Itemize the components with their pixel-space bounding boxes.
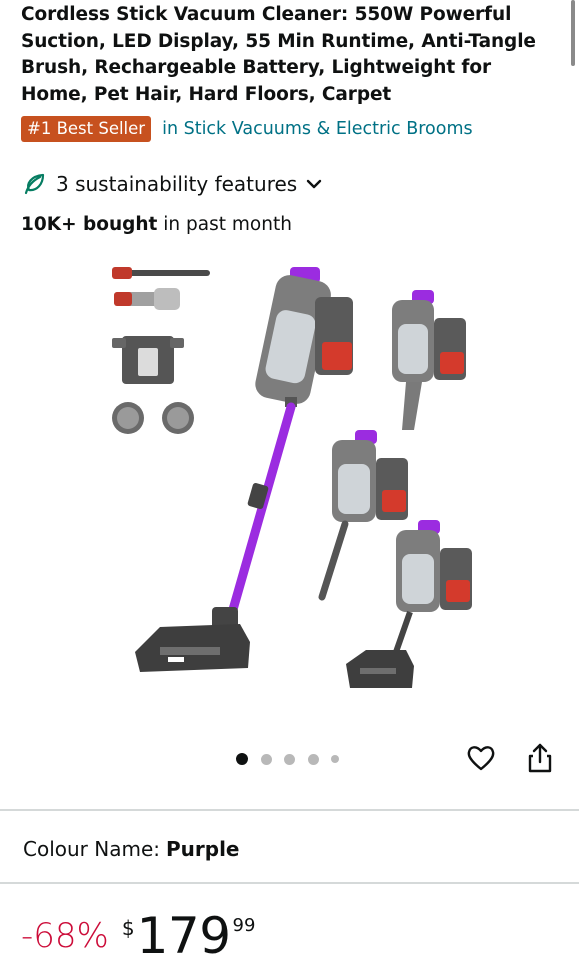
sustainability-label: 3 sustainability features [56, 172, 298, 196]
category-link[interactable]: in Stick Vacuums & Electric Brooms [162, 119, 473, 139]
chevron-down-icon [307, 179, 322, 189]
stick-floor-brush-image [346, 520, 472, 688]
colour-selector: Colour Name: Purple [23, 837, 240, 861]
best-seller-badge[interactable]: #1 Best Seller [21, 116, 152, 142]
section-divider [0, 882, 579, 884]
main-vacuum-image [135, 267, 353, 672]
price-block: -68% $ 179 99 [21, 906, 255, 960]
gallery-dot-2[interactable] [260, 753, 272, 765]
price-fraction: 99 [232, 915, 256, 936]
gallery-dot-4[interactable] [307, 753, 319, 765]
heart-icon[interactable] [466, 743, 496, 773]
gallery-pagination [236, 753, 352, 765]
gallery-dot-3[interactable] [284, 753, 295, 765]
product-title: Cordless Stick Vacuum Cleaner: 550W Powe… [21, 4, 536, 105]
bought-count: 10K+ bought in past month [21, 214, 292, 235]
bought-count-bold: 10K+ bought [21, 214, 158, 235]
share-icon[interactable] [526, 742, 554, 774]
product-image[interactable] [100, 252, 500, 702]
handheld-extension-image [318, 430, 408, 601]
sustainability-toggle[interactable]: 3 sustainability features [22, 170, 323, 198]
page-scrollbar[interactable] [571, 0, 575, 66]
accessories-image [112, 267, 210, 434]
gallery-dot-5[interactable] [331, 755, 339, 763]
section-divider [0, 809, 579, 811]
price-currency: $ [121, 916, 135, 940]
best-seller-row: #1 Best Seller in Stick Vacuums & Electr… [21, 116, 473, 142]
bought-count-rest: in past month [157, 214, 292, 235]
colour-label: Colour Name: [23, 837, 160, 861]
gallery-dot-1[interactable] [236, 753, 248, 765]
colour-value: Purple [166, 837, 240, 861]
price-whole: 179 [136, 907, 231, 960]
leaf-icon [24, 173, 45, 195]
discount-percentage: -68% [21, 916, 109, 956]
handheld-crevice-image [392, 290, 466, 430]
